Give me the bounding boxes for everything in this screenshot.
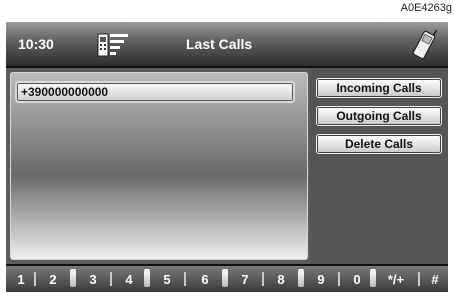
call-entry[interactable]: +390000000000 xyxy=(15,81,295,103)
key-separator xyxy=(298,269,304,287)
keypad-bar: 1 2 3 4 5 6 7 8 9 0 */+ # xyxy=(6,266,448,292)
key-2[interactable]: 2 xyxy=(46,272,60,287)
key-hash[interactable]: # xyxy=(428,272,442,287)
handset-icon xyxy=(412,29,438,60)
incoming-calls-button[interactable]: Incoming Calls xyxy=(316,78,442,98)
key-separator xyxy=(184,272,186,286)
key-5[interactable]: 5 xyxy=(160,272,174,287)
outgoing-calls-button[interactable]: Outgoing Calls xyxy=(316,106,442,126)
page-title: Last Calls xyxy=(186,36,253,52)
clock: 10:30 xyxy=(18,36,54,52)
key-1[interactable]: 1 xyxy=(14,272,28,287)
key-separator xyxy=(144,269,150,287)
key-3[interactable]: 3 xyxy=(86,272,100,287)
call-list: +390000000000 xyxy=(10,72,308,260)
key-8[interactable]: 8 xyxy=(274,272,288,287)
key-9[interactable]: 9 xyxy=(314,272,328,287)
key-separator xyxy=(110,272,112,286)
display-screen: 10:30 Last Calls +390000000000 Incoming … xyxy=(6,22,448,292)
main-area: +390000000000 Incoming Calls Outgoing Ca… xyxy=(6,68,448,264)
key-separator xyxy=(370,269,376,287)
key-6[interactable]: 6 xyxy=(198,272,212,287)
key-separator xyxy=(262,272,264,286)
cellphone-signal-icon xyxy=(97,33,128,57)
key-separator xyxy=(418,272,420,286)
key-separator xyxy=(222,269,228,287)
key-separator xyxy=(70,269,76,287)
key-separator xyxy=(338,272,340,286)
menu-panel: Incoming Calls Outgoing Calls Delete Cal… xyxy=(310,68,448,264)
key-0[interactable]: 0 xyxy=(350,272,364,287)
key-separator xyxy=(34,272,36,286)
title-bar: 10:30 Last Calls xyxy=(6,22,448,66)
figure-code: A0E4263g xyxy=(400,2,452,14)
key-7[interactable]: 7 xyxy=(238,272,252,287)
delete-calls-button[interactable]: Delete Calls xyxy=(316,134,442,154)
key-star-plus[interactable]: */+ xyxy=(382,272,410,287)
key-4[interactable]: 4 xyxy=(122,272,136,287)
